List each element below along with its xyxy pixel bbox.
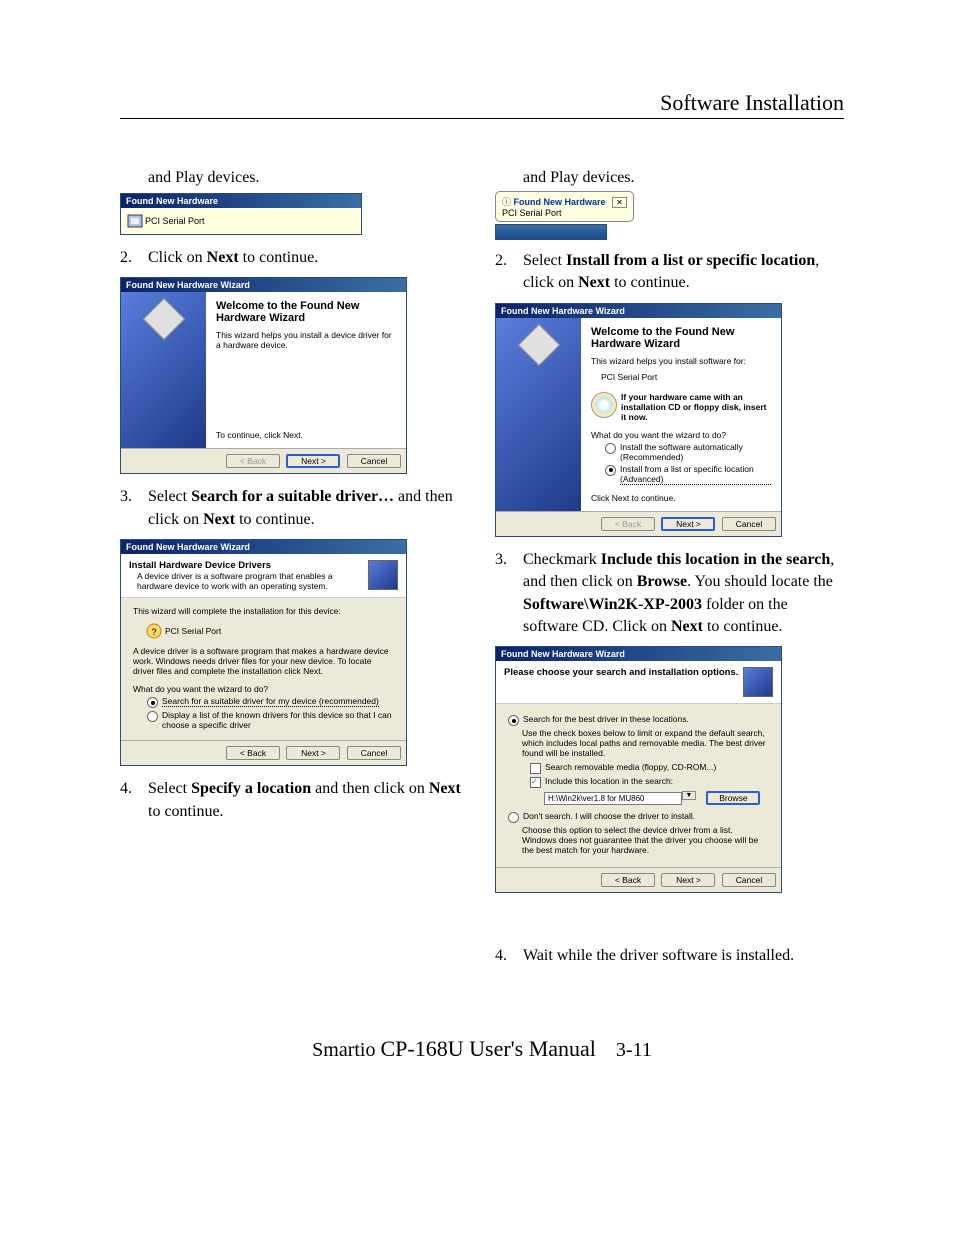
chip-icon xyxy=(143,298,185,340)
chip-icon xyxy=(368,560,398,590)
back-button[interactable]: < Back xyxy=(226,454,280,468)
path-input[interactable]: H:\Win2k\ver1.8 for MU860 xyxy=(544,792,682,805)
r2-sub: Choose this option to select the device … xyxy=(522,825,769,855)
next-button[interactable]: Next > xyxy=(661,873,715,887)
question: What do you want the wizard to do? xyxy=(591,430,771,440)
wizard-subtext: This wizard helps you install software f… xyxy=(591,356,771,366)
back-button[interactable]: < Back xyxy=(601,517,655,531)
cd-note: If your hardware came with an installati… xyxy=(621,392,771,422)
radio-icon xyxy=(147,711,158,722)
device-label: PCI Serial Port xyxy=(502,208,562,218)
chip-icon xyxy=(743,667,773,697)
next-button[interactable]: Next > xyxy=(286,746,340,760)
browse-button[interactable]: Browse xyxy=(706,791,760,805)
radio-search-best[interactable]: Search for the best driver in these loca… xyxy=(508,714,769,726)
page-footer: Smartio CP-168U User's Manual 3-11 xyxy=(120,1036,844,1062)
checkbox-icon xyxy=(530,763,541,774)
right-column: and Play devices. ⓘ Found New Hardware ✕… xyxy=(495,169,844,976)
titlebar: Found New Hardware Wizard xyxy=(121,540,406,554)
screenshot-welcome-wizard: Found New Hardware Wizard Welcome to the… xyxy=(120,277,407,474)
wizard-subtext: This wizard helps you install a device d… xyxy=(216,330,396,350)
svg-text:?: ? xyxy=(151,627,156,637)
titlebar: Found New Hardware Wizard xyxy=(496,647,781,661)
screenshot-found-hw-tooltip: Found New Hardware PCI Serial Port xyxy=(120,193,362,235)
device-icon: ? xyxy=(145,622,165,640)
check-include-location[interactable]: Include this location in the search: xyxy=(530,776,769,788)
radio-search[interactable]: Search for a suitable driver for my devi… xyxy=(147,696,394,708)
wizard-header-title: Please choose your search and installati… xyxy=(504,667,743,678)
screenshot-search-options: Found New Hardware Wizard Please choose … xyxy=(495,646,782,893)
cancel-button[interactable]: Cancel xyxy=(722,517,776,531)
radio-icon xyxy=(605,465,616,476)
cd-icon xyxy=(591,392,617,418)
step-3: 3. Checkmark Include this location in th… xyxy=(495,549,844,639)
wizard-title: Welcome to the Found New Hardware Wizard xyxy=(216,300,396,324)
wizard-header-sub: A device driver is a software program th… xyxy=(129,571,368,591)
device-label: PCI Serial Port xyxy=(165,626,221,636)
left-column: and Play devices. Found New Hardware PCI… xyxy=(120,169,469,976)
continue-text: Click Next to continue. xyxy=(591,493,771,503)
screenshot-xp-welcome: Found New Hardware Wizard Welcome to the… xyxy=(495,303,782,537)
titlebar: Found New Hardware Wizard xyxy=(121,278,406,292)
next-button[interactable]: Next > xyxy=(661,517,715,531)
chevron-down-icon[interactable]: ▼ xyxy=(682,791,696,800)
device-label: PCI Serial Port xyxy=(601,372,771,382)
page-header: Software Installation xyxy=(120,90,844,119)
balloon-found-hw: ⓘ Found New Hardware ✕ PCI Serial Port xyxy=(495,191,634,222)
step-2: 2. Select Install from a list or specifi… xyxy=(495,250,844,295)
line1: This wizard will complete the installati… xyxy=(133,606,394,616)
radio-icon xyxy=(508,812,519,823)
text-pnp: and Play devices. xyxy=(148,169,469,187)
screenshot-install-drivers: Found New Hardware Wizard Install Hardwa… xyxy=(120,539,407,766)
titlebar: Found New Hardware xyxy=(121,194,361,208)
line2: A device driver is a software program th… xyxy=(133,646,394,676)
radio-dont-search[interactable]: Don't search. I will choose the driver t… xyxy=(508,811,769,823)
radio-auto[interactable]: Install the software automatically (Reco… xyxy=(605,442,771,462)
radio-specific[interactable]: Install from a list or specific location… xyxy=(605,464,771,485)
step-3: 3. Select Search for a suitable driver… … xyxy=(120,486,469,531)
radio-icon xyxy=(147,697,158,708)
cancel-button[interactable]: Cancel xyxy=(347,454,401,468)
wizard-header-title: Install Hardware Device Drivers xyxy=(129,560,368,571)
radio-icon xyxy=(508,715,519,726)
step-4: 4. Wait while the driver software is ins… xyxy=(495,945,844,967)
next-button[interactable]: Next > xyxy=(286,454,340,468)
chip-icon xyxy=(518,324,560,366)
chip-icon xyxy=(125,212,145,230)
titlebar: Found New Hardware Wizard xyxy=(496,304,781,318)
radio-display-list[interactable]: Display a list of the known drivers for … xyxy=(147,710,394,730)
step-2: 2. Click on Next to continue. xyxy=(120,247,469,269)
close-icon[interactable]: ✕ xyxy=(612,197,627,208)
wizard-continue: To continue, click Next. xyxy=(216,430,396,440)
wizard-sidebar xyxy=(121,292,206,448)
wizard-title: Welcome to the Found New Hardware Wizard xyxy=(591,326,771,350)
radio-icon xyxy=(605,443,616,454)
back-button[interactable]: < Back xyxy=(601,873,655,887)
wizard-sidebar xyxy=(496,318,581,511)
checkbox-icon xyxy=(530,777,541,788)
question: What do you want the wizard to do? xyxy=(133,684,394,694)
text-pnp: and Play devices. xyxy=(523,169,844,187)
cancel-button[interactable]: Cancel xyxy=(722,873,776,887)
back-button[interactable]: < Back xyxy=(226,746,280,760)
cancel-button[interactable]: Cancel xyxy=(347,746,401,760)
step-4: 4. Select Specify a location and then cl… xyxy=(120,778,469,823)
taskbar-strip xyxy=(495,224,607,240)
device-label: PCI Serial Port xyxy=(145,216,205,226)
check-removable[interactable]: Search removable media (floppy, CD-ROM..… xyxy=(530,762,769,774)
r1-sub: Use the check boxes below to limit or ex… xyxy=(522,728,769,758)
